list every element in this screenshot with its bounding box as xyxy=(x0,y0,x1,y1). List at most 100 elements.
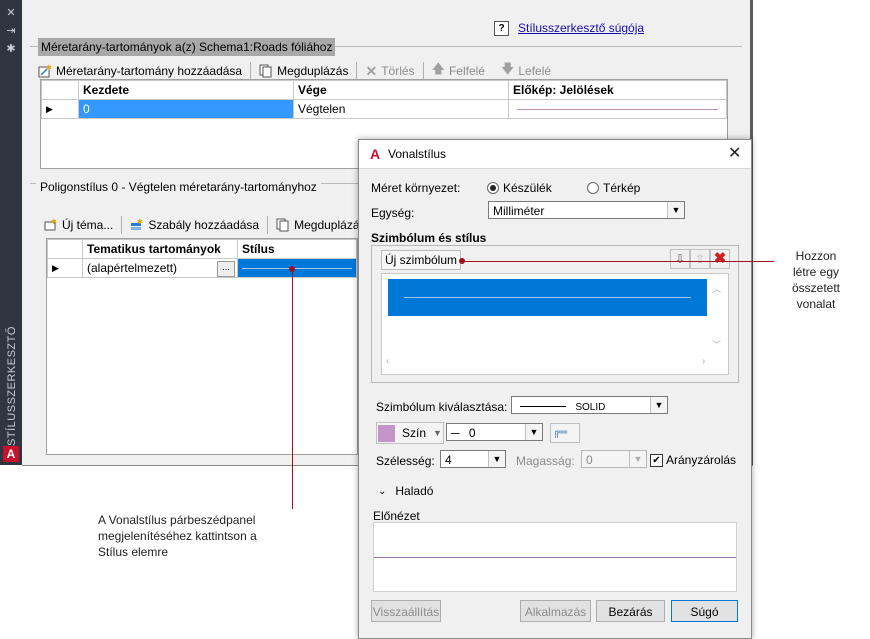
dropdown-arrow-icon: ▼ xyxy=(629,451,646,467)
add-scale-range-button[interactable]: ✱ Méretarány-tartomány hozzáadása xyxy=(38,64,242,78)
move-down-icon[interactable]: ⇩ xyxy=(670,249,690,269)
aspect-lock-checkbox[interactable]: ✔ Arányzárolás xyxy=(650,453,736,467)
unit-select[interactable]: Milliméter ▼ xyxy=(488,201,685,219)
chevron-down-icon: ⌄ xyxy=(378,485,387,497)
checkmark-icon: ✔ xyxy=(650,453,663,467)
column-header-start[interactable]: Kezdete xyxy=(78,80,294,100)
column-header-style[interactable]: Stílus xyxy=(237,239,357,259)
table-row[interactable]: ▶ (alapértelmezett) ... xyxy=(47,258,357,278)
env-device-radio[interactable]: Készülék xyxy=(487,181,552,195)
width-label: Szélesség: xyxy=(376,454,435,468)
color-select[interactable]: Szín ▼ xyxy=(376,422,444,444)
new-theme-button[interactable]: ✱ Új téma... xyxy=(44,218,113,232)
table-row[interactable]: ▶ 0 Végtelen xyxy=(41,99,727,119)
close-icon[interactable]: ✕ xyxy=(0,6,22,19)
scroll-up-icon[interactable]: ︿ xyxy=(712,282,721,295)
callout-dot xyxy=(289,266,295,272)
callout-dot xyxy=(459,258,465,264)
palette-side-strip: ✕ ⇥ ✱ STÍLUSSZERKESZTŐ A xyxy=(0,0,22,465)
polygon-toolbar: ✱ Új téma... ✱ Szabály hozzáadása Megdup… xyxy=(44,216,366,234)
symbol-select[interactable]: SOLID ▼ xyxy=(511,396,668,414)
cell-style[interactable] xyxy=(237,258,357,278)
dropdown-arrow-icon: ▼ xyxy=(433,428,442,438)
solid-line-icon xyxy=(520,406,566,408)
symbol-list-item[interactable] xyxy=(388,279,707,316)
settings-icon[interactable]: ✱ xyxy=(0,42,22,55)
advanced-expander[interactable]: ⌄ Haladó xyxy=(378,484,433,498)
symbol-list: ︿ ﹀ ‹ › xyxy=(381,273,729,375)
cell-preview xyxy=(508,99,727,119)
dropdown-arrow-icon: ▼ xyxy=(667,202,684,218)
lineweight-select[interactable]: ─ 0 ▼ xyxy=(446,423,543,441)
autocad-logo-icon: A xyxy=(3,446,19,462)
column-header-preview[interactable]: Előkép: Jelölések xyxy=(508,80,727,100)
unit-label: Egység: xyxy=(371,206,415,220)
pin-icon[interactable]: ⇥ xyxy=(0,24,22,37)
add-rule-icon: ✱ xyxy=(131,218,143,230)
duplicate-rule-button[interactable]: Megduplázás xyxy=(276,218,366,232)
width-select[interactable]: 4 ▼ xyxy=(440,450,506,468)
color-swatch xyxy=(378,424,395,442)
cell-end[interactable]: Végtelen xyxy=(293,99,509,119)
cell-start[interactable]: 0 xyxy=(78,99,294,119)
delete-scale-range-button[interactable]: ✕ Törlés xyxy=(365,63,414,80)
theme-icon: ✱ xyxy=(44,218,57,231)
symbol-group-box: Új szimbólum ⇩ ⇧ ✖ ︿ ﹀ ‹ › xyxy=(371,245,739,383)
symbol-select-label: Szimbólum kiválasztása: xyxy=(376,400,508,414)
callout-line-vertical xyxy=(292,268,293,509)
svg-text:✱: ✱ xyxy=(137,218,143,226)
height-label: Magasság: xyxy=(516,454,575,468)
env-map-radio[interactable]: Térkép xyxy=(587,181,640,195)
column-header-end[interactable]: Vége xyxy=(293,80,509,100)
new-symbol-button[interactable]: Új szimbólum xyxy=(381,250,462,270)
delete-symbol-icon[interactable]: ✖ xyxy=(710,249,730,269)
dropdown-arrow-icon: ▼ xyxy=(488,451,505,467)
symbol-preview-line xyxy=(404,297,691,298)
line-join-icon: ╔═ xyxy=(553,427,568,438)
scale-range-title: Méretarány-tartományok a(z) Schema1:Road… xyxy=(38,38,336,56)
preview-area xyxy=(373,522,737,592)
line-style-dialog: A Vonalstílus ✕ Méret környezet: Készülé… xyxy=(358,139,752,639)
preview-line xyxy=(374,557,736,558)
close-button[interactable]: Bezárás xyxy=(596,600,665,622)
thematic-grid: Tematikus tartományok Stílus ▶ (alapérte… xyxy=(46,238,358,455)
callout-click-style: A Vonalstílus párbeszédpanel megjeleníté… xyxy=(98,513,257,559)
callout-create-compound-line: Hozzon létre egy összetett vonalat xyxy=(791,249,841,311)
add-rule-button[interactable]: ✱ Szabály hozzáadása xyxy=(130,218,259,232)
row-selector-icon[interactable]: ▶ xyxy=(41,99,79,119)
dialog-title: Vonalstílus xyxy=(388,147,447,161)
help-link[interactable]: Stílusszerkesztő súgója xyxy=(518,21,644,35)
row-selector-icon[interactable]: ▶ xyxy=(47,258,83,278)
ellipsis-button[interactable]: ... xyxy=(217,261,235,277)
line-icon: ─ xyxy=(451,426,460,440)
scroll-right-icon[interactable]: › xyxy=(702,356,705,367)
duplicate-icon xyxy=(276,218,289,232)
polygon-style-title: Poligonstílus 0 - Végtelen méretarány-ta… xyxy=(36,180,321,194)
cell-theme[interactable]: (alapértelmezett) ... xyxy=(82,258,238,278)
dropdown-arrow-icon: ▼ xyxy=(525,424,542,440)
delete-x-icon: ✕ xyxy=(365,62,378,79)
callout-line-horizontal xyxy=(462,261,774,262)
help-icon[interactable]: ? xyxy=(494,21,509,36)
apply-button[interactable]: Alkalmazás xyxy=(520,600,591,622)
column-header-thematic[interactable]: Tematikus tartományok xyxy=(82,239,238,259)
dropdown-arrow-icon: ▼ xyxy=(650,397,667,413)
move-up-icon[interactable]: ⇧ xyxy=(690,249,710,269)
preview-label: Előnézet xyxy=(373,509,420,523)
close-icon[interactable]: ✕ xyxy=(728,143,741,163)
duplicate-icon xyxy=(259,64,272,78)
svg-text:✱: ✱ xyxy=(46,64,52,72)
radio-unchecked-icon xyxy=(587,182,599,194)
add-range-icon: ✱ xyxy=(38,64,52,78)
scroll-left-icon[interactable]: ‹ xyxy=(386,356,389,367)
scroll-down-icon[interactable]: ﹀ xyxy=(712,338,721,351)
svg-text:✱: ✱ xyxy=(51,218,57,226)
env-label: Méret környezet: xyxy=(371,181,461,195)
help-button[interactable]: Súgó xyxy=(671,600,738,622)
palette-vertical-label: STÍLUSSZERKESZTŐ xyxy=(6,326,18,446)
duplicate-scale-range-button[interactable]: Megduplázás xyxy=(259,64,348,78)
line-join-select[interactable]: ╔═ xyxy=(550,423,580,443)
reset-button[interactable]: Visszaállítás xyxy=(371,600,441,622)
dialog-titlebar: A Vonalstílus ✕ xyxy=(359,140,751,169)
height-select[interactable]: 0 ▼ xyxy=(581,450,647,468)
